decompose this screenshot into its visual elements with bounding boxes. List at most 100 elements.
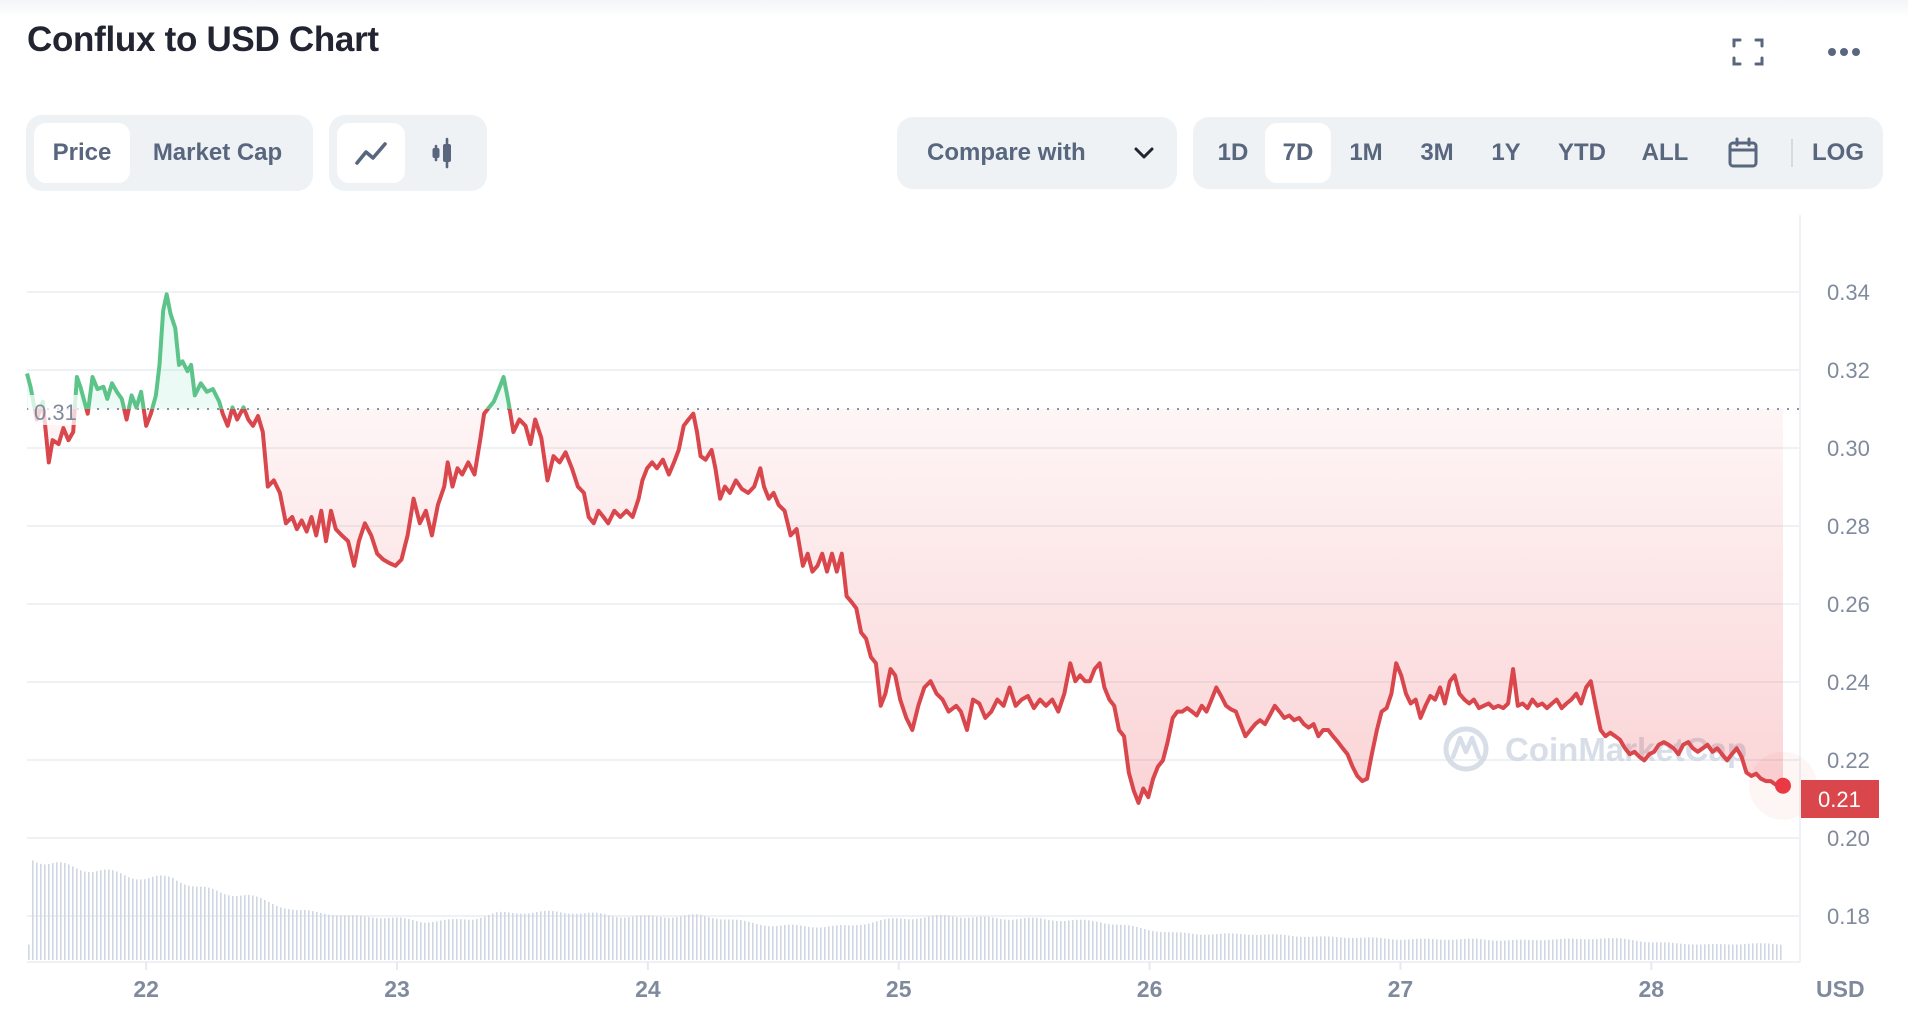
volume-bar xyxy=(380,918,382,960)
tab-price[interactable]: Price xyxy=(34,123,130,183)
volume-bar xyxy=(1100,922,1102,960)
volume-bar xyxy=(148,878,150,960)
volume-bar xyxy=(1244,934,1246,960)
volume-bar xyxy=(452,918,454,960)
volume-bar xyxy=(1632,940,1634,960)
volume-bar xyxy=(260,898,262,960)
volume-bar xyxy=(684,915,686,960)
volume-bar xyxy=(1416,938,1418,960)
volume-bar xyxy=(100,870,102,960)
volume-bar xyxy=(1560,938,1562,960)
volume-bar xyxy=(1300,936,1302,960)
volume-bar xyxy=(584,913,586,960)
volume-bar xyxy=(1108,924,1110,960)
baseline-label: 0.31 xyxy=(28,395,80,425)
volume-bar xyxy=(1500,940,1502,960)
volume-bar xyxy=(1292,936,1294,960)
volume-bar xyxy=(760,924,762,960)
volume-bar xyxy=(800,925,802,960)
volume-bar xyxy=(1312,936,1314,960)
volume-bar xyxy=(632,916,634,960)
volume-bar xyxy=(1160,931,1162,960)
volume-bar xyxy=(676,917,678,960)
fullscreen-button[interactable] xyxy=(1726,30,1770,74)
volume-bar xyxy=(1212,934,1214,960)
volume-bar xyxy=(856,925,858,960)
range-all[interactable]: ALL xyxy=(1625,123,1705,183)
y-tick-label: 0.30 xyxy=(1827,436,1870,461)
volume-bar xyxy=(1148,930,1150,960)
volume-bar xyxy=(1220,933,1222,960)
volume-bar xyxy=(280,907,282,960)
volume-bar xyxy=(668,917,670,960)
volume-bar xyxy=(1256,935,1258,960)
volume-bar xyxy=(1676,943,1678,960)
range-7d[interactable]: 7D xyxy=(1265,123,1331,183)
volume-bar xyxy=(984,916,986,960)
volume-bar xyxy=(1720,944,1722,960)
volume-bar xyxy=(368,916,370,960)
volume-bar xyxy=(460,919,462,960)
volume-bar xyxy=(836,925,838,960)
volume-bar xyxy=(828,926,830,960)
volume-bar xyxy=(600,913,602,960)
line-chart-button[interactable] xyxy=(337,123,405,183)
log-scale-toggle[interactable]: LOG xyxy=(1803,123,1873,183)
volume-bar xyxy=(1476,938,1478,960)
volume-bar xyxy=(1512,939,1514,960)
x-tick-label: 25 xyxy=(886,976,912,1002)
more-options-button[interactable] xyxy=(1822,30,1866,74)
price-chart[interactable]: CoinMarketCap 0.180.200.220.240.260.280.… xyxy=(0,200,1908,1014)
volume-bar xyxy=(948,915,950,960)
volume-bar xyxy=(1480,939,1482,960)
volume-bar xyxy=(376,918,378,960)
volume-bar xyxy=(768,926,770,960)
volume-bar xyxy=(616,917,618,960)
volume-bar xyxy=(908,919,910,960)
volume-bar xyxy=(40,863,42,960)
y-tick-label: 0.28 xyxy=(1827,514,1870,539)
volume-bar xyxy=(32,860,34,960)
volume-bar xyxy=(1324,936,1326,960)
volume-bar xyxy=(900,918,902,960)
volume-bar xyxy=(312,911,314,960)
compare-with-dropdown[interactable]: Compare with xyxy=(897,117,1177,189)
volume-bar xyxy=(1508,940,1510,960)
volume-bar xyxy=(716,918,718,960)
line-chart-icon xyxy=(355,142,387,165)
volume-bar xyxy=(1280,934,1282,960)
volume-bar xyxy=(656,916,658,960)
chevron-down-icon xyxy=(1134,147,1154,159)
volume-bar xyxy=(1580,939,1582,960)
candlestick-button[interactable] xyxy=(405,123,479,183)
volume-bar xyxy=(1328,936,1330,960)
volume-bar xyxy=(1188,933,1190,960)
range-1y[interactable]: 1Y xyxy=(1473,123,1539,183)
volume-bar xyxy=(1056,921,1058,960)
range-1d[interactable]: 1D xyxy=(1201,123,1265,183)
volume-bar xyxy=(1164,932,1166,960)
volume-bar xyxy=(888,918,890,960)
volume-bar xyxy=(1172,932,1174,960)
volume-bar xyxy=(1364,937,1366,960)
volume-bar xyxy=(316,912,318,960)
tab-market-cap[interactable]: Market Cap xyxy=(130,123,305,183)
volume-bar xyxy=(552,911,554,960)
volume-bar xyxy=(1504,940,1506,960)
date-range-picker-button[interactable] xyxy=(1705,123,1781,183)
volume-bar xyxy=(1204,934,1206,960)
volume-bar xyxy=(220,892,222,960)
volume-bar xyxy=(1032,917,1034,960)
volume-bar xyxy=(688,914,690,960)
volume-bar xyxy=(1608,938,1610,960)
volume-bar xyxy=(1028,917,1030,960)
data-type-toggle: Price Market Cap xyxy=(26,115,313,191)
y-axis-ticks: 0.18 0.20 0.22 0.24 0.26 0.28 0.30 0.32 0.34 xyxy=(1827,280,1870,929)
range-3m[interactable]: 3M xyxy=(1401,123,1473,183)
volume-bar xyxy=(60,862,62,960)
volume-bar xyxy=(796,924,798,960)
range-ytd[interactable]: YTD xyxy=(1539,123,1625,183)
range-1m[interactable]: 1M xyxy=(1331,123,1401,183)
volume-bar xyxy=(412,920,414,960)
y-tick-label: 0.34 xyxy=(1827,280,1870,305)
